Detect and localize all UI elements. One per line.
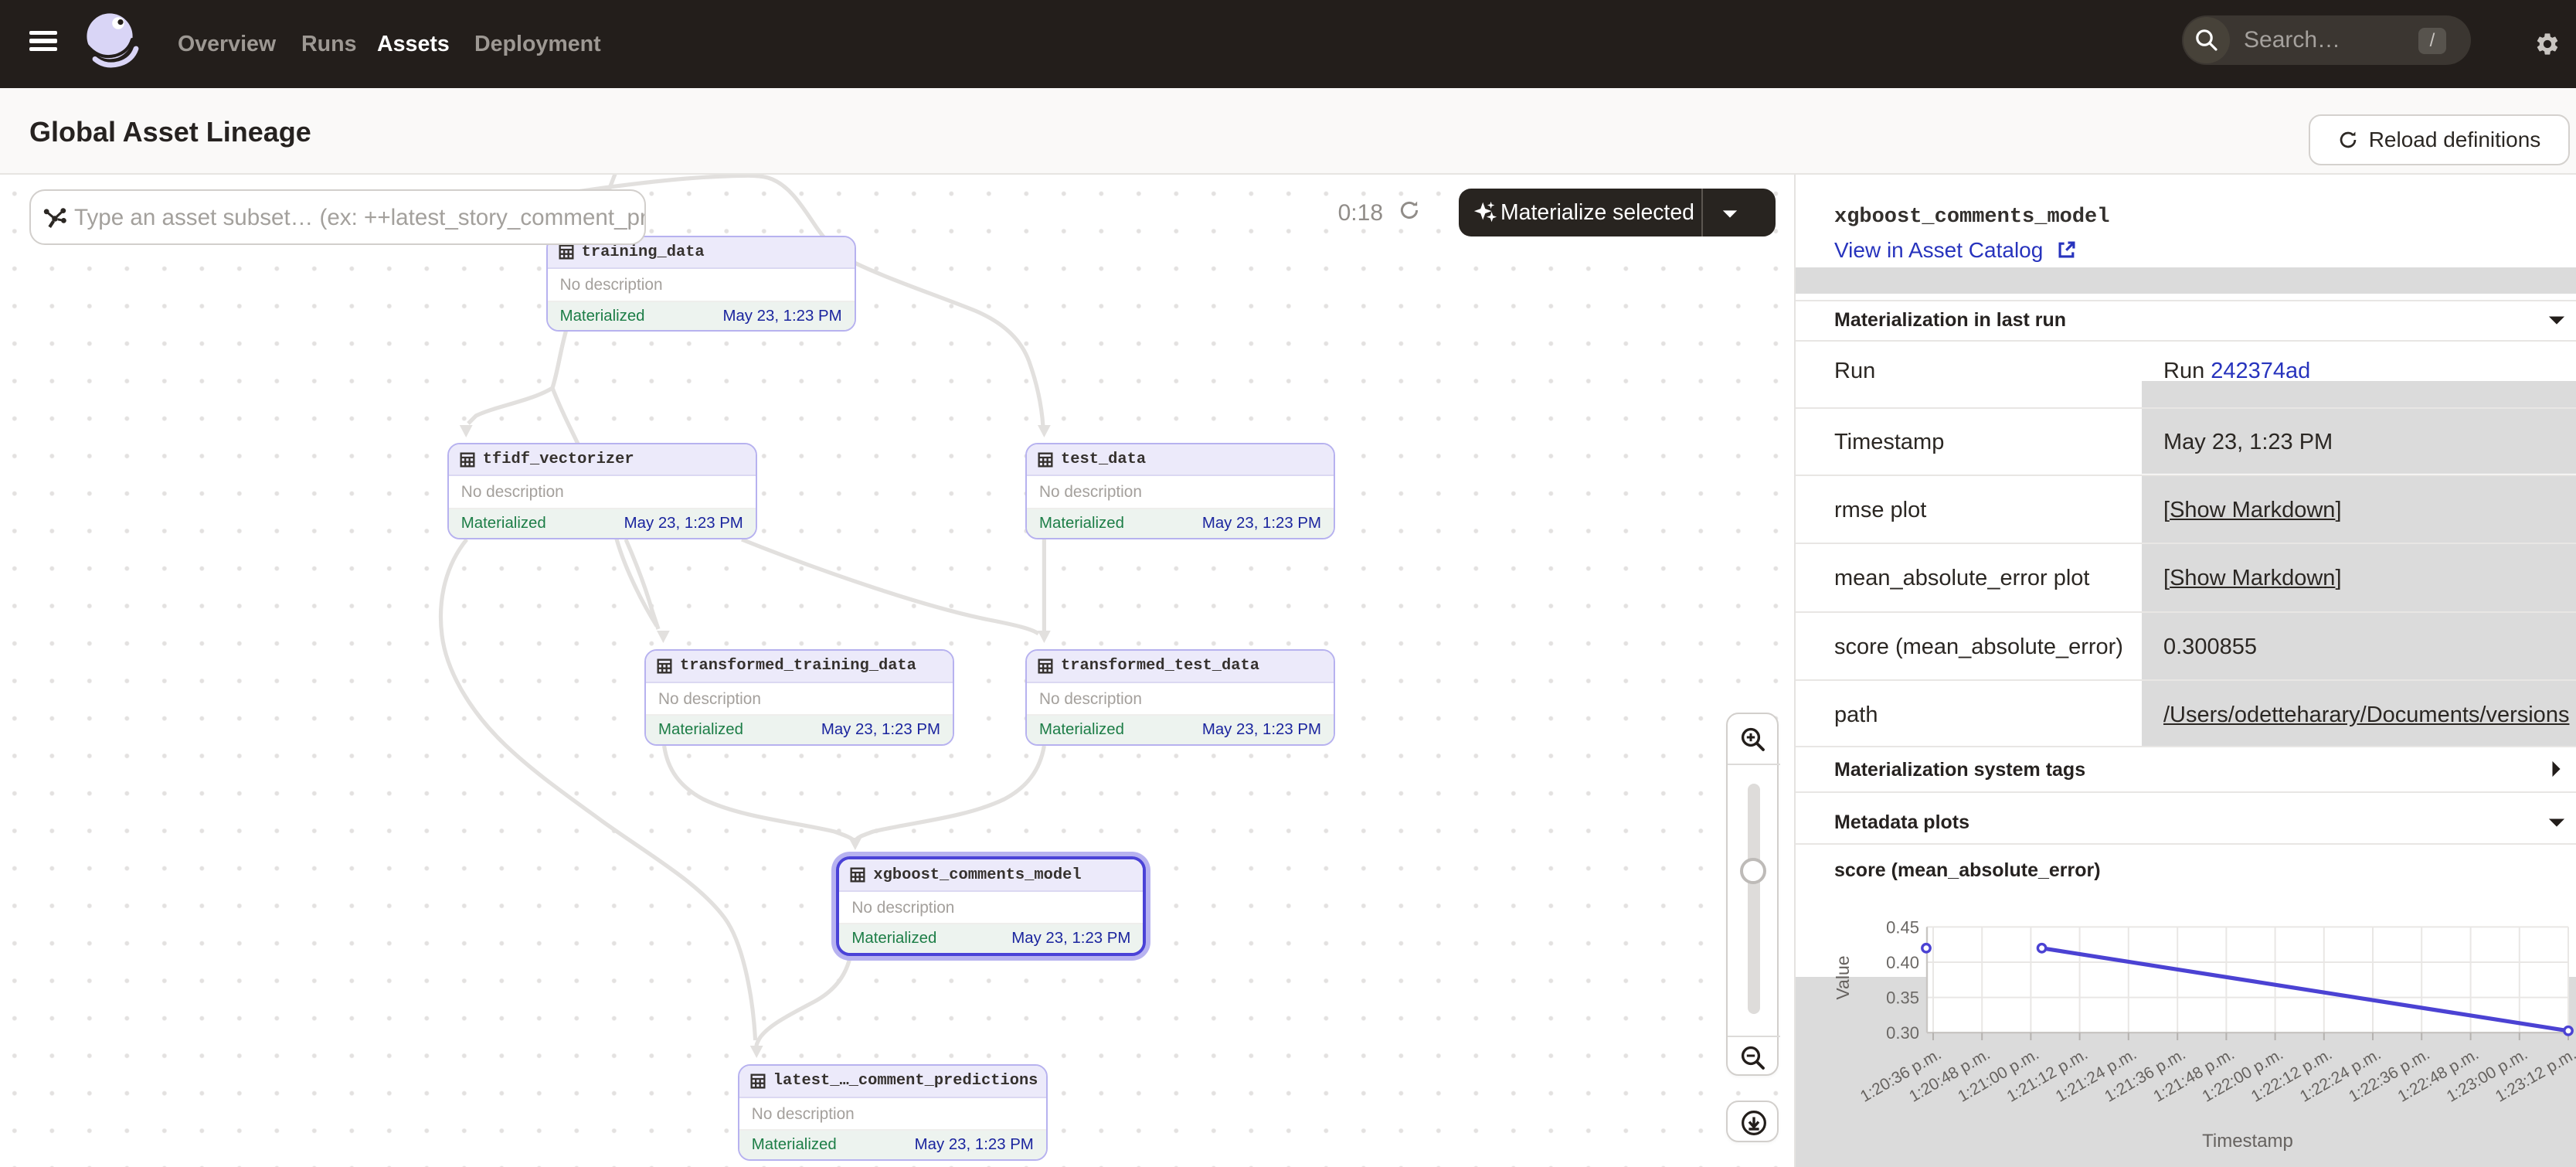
svg-text:Value: Value: [1833, 955, 1853, 999]
svg-text:0.40: 0.40: [1886, 953, 1919, 972]
svg-text:0.30: 0.30: [1886, 1023, 1919, 1043]
svg-text:0.45: 0.45: [1886, 917, 1919, 937]
svg-text:Timestamp: Timestamp: [2202, 1131, 2293, 1152]
svg-text:0.35: 0.35: [1886, 988, 1919, 1008]
